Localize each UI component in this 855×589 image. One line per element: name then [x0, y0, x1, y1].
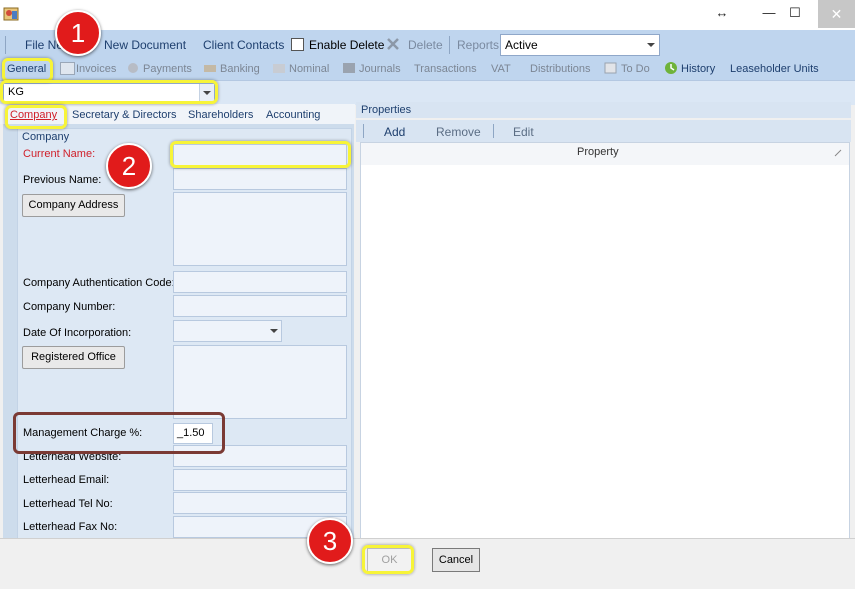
journals-icon: [342, 62, 356, 74]
tab-leaseholder-units[interactable]: Leaseholder Units: [730, 63, 819, 75]
sort-icon: [834, 148, 842, 157]
highlight-management-charge: [13, 412, 225, 454]
tab-secretary-directors[interactable]: Secretary & Directors: [72, 109, 177, 121]
company-group-label: Company: [22, 131, 70, 143]
tab-banking[interactable]: Banking: [220, 63, 260, 75]
properties-grid[interactable]: [360, 165, 850, 539]
step-marker-3: 3: [307, 518, 353, 564]
company-address-box[interactable]: [173, 192, 347, 266]
letterhead-email-field[interactable]: [173, 469, 347, 491]
previous-name-label: Previous Name:: [23, 174, 102, 186]
company-number-label: Company Number:: [23, 301, 116, 313]
tab-accounting[interactable]: Accounting: [266, 109, 320, 121]
highlight-ok-button: [362, 545, 414, 574]
registered-office-box[interactable]: [173, 345, 347, 419]
todo-icon: [604, 62, 617, 74]
tab-nominal[interactable]: Nominal: [289, 63, 329, 75]
enable-delete-label: Enable Delete: [309, 38, 385, 52]
maximize-button[interactable]: ☐: [781, 4, 809, 22]
highlight-general-tab: [2, 58, 53, 82]
highlight-client-dropdown: [0, 80, 218, 104]
properties-title: Properties: [361, 104, 412, 116]
tab-shareholders[interactable]: Shareholders: [188, 109, 253, 121]
nominal-icon: [272, 62, 286, 74]
tab-distributions[interactable]: Distributions: [530, 63, 591, 75]
status-dropdown[interactable]: Active: [500, 34, 660, 56]
column-property[interactable]: Property: [577, 146, 619, 158]
current-name-label: Current Name:: [23, 148, 96, 160]
properties-separator: [493, 124, 494, 138]
letterhead-email-label: Letterhead Email:: [23, 474, 110, 486]
status-value: Active: [505, 38, 538, 52]
delete-button[interactable]: Delete: [408, 38, 443, 52]
auth-code-field[interactable]: [173, 271, 347, 293]
minimize-button[interactable]: —: [755, 4, 783, 22]
highlight-current-name: [170, 141, 351, 168]
letterhead-tel-label: Letterhead Tel No:: [23, 498, 113, 510]
tab-payments[interactable]: Payments: [143, 63, 192, 75]
dialog-footer: [0, 538, 855, 589]
properties-grip: [363, 124, 364, 138]
chevron-down-icon: [270, 329, 278, 333]
tab-history[interactable]: History: [681, 63, 715, 75]
chevron-down-icon: [647, 43, 655, 47]
tab-invoices[interactable]: Invoices: [76, 63, 116, 75]
delete-x-icon: [386, 37, 400, 51]
company-number-field[interactable]: [173, 295, 347, 317]
cancel-button[interactable]: Cancel: [432, 548, 480, 572]
tab-to-do[interactable]: To Do: [621, 63, 650, 75]
client-contacts-button[interactable]: Client Contacts: [203, 38, 284, 52]
date-incorporation-label: Date Of Incorporation:: [23, 327, 132, 339]
properties-header: [356, 102, 851, 118]
company-address-button[interactable]: Company Address: [22, 194, 125, 217]
properties-toolbar: [356, 120, 851, 142]
reports-button[interactable]: Reports: [457, 38, 499, 52]
history-icon: [664, 61, 678, 75]
invoices-icon: [60, 62, 75, 75]
payments-icon: [126, 61, 140, 74]
close-button[interactable]: ✕: [818, 0, 855, 28]
tab-transactions[interactable]: Transactions: [414, 63, 477, 75]
letterhead-tel-field[interactable]: [173, 492, 347, 514]
tab-vat[interactable]: VAT: [491, 63, 511, 75]
toolbar-grip: [5, 36, 6, 54]
highlight-company-tab: [5, 105, 67, 129]
remove-property-button[interactable]: Remove: [436, 125, 481, 139]
registered-office-button[interactable]: Registered Office: [22, 346, 125, 369]
auth-code-label: Company Authentication Code:: [23, 277, 175, 289]
previous-name-field[interactable]: [173, 168, 347, 190]
banking-icon: [203, 62, 217, 74]
enable-delete-checkbox[interactable]: [291, 38, 304, 51]
letterhead-fax-label: Letterhead Fax No:: [23, 521, 118, 533]
tab-journals[interactable]: Journals: [359, 63, 401, 75]
add-property-button[interactable]: Add: [384, 125, 405, 139]
edit-property-button[interactable]: Edit: [513, 125, 534, 139]
app-icon: [3, 6, 19, 22]
date-incorporation-picker[interactable]: [173, 320, 282, 342]
resize-icon[interactable]: ↔: [708, 4, 736, 22]
step-marker-2: 2: [106, 143, 152, 189]
step-marker-1: 1: [55, 10, 101, 56]
toolbar-separator: [449, 36, 450, 54]
new-document-button[interactable]: New Document: [104, 38, 186, 52]
